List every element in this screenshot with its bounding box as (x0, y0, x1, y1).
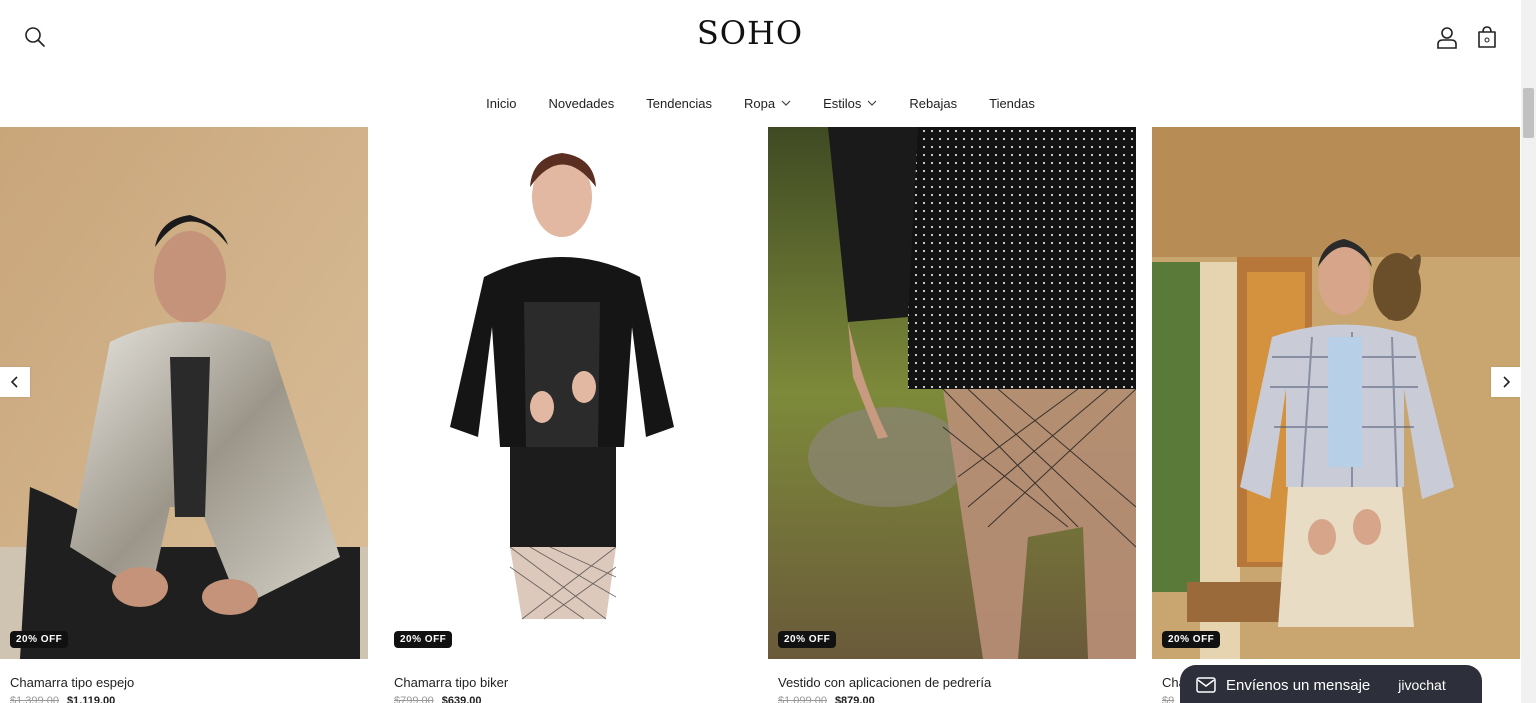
product-name[interactable]: Chamarra tipo espejo (10, 675, 134, 690)
chat-label: Envíenos un mensaje (1226, 676, 1371, 694)
nav-label: Novedades (548, 95, 615, 111)
nav-item-inicio[interactable]: Inicio (486, 90, 516, 116)
product-card[interactable]: 20% OFF Vestido con aplicacionen de pedr… (768, 127, 1136, 703)
chat-widget-button[interactable]: Envíenos un mensaje jivochat (1180, 665, 1482, 703)
product-prices: $799.00 $639.00 (394, 695, 482, 703)
chevron-left-icon (10, 376, 18, 388)
nav-label: Tiendas (989, 95, 1035, 111)
chevron-down-icon (867, 100, 877, 106)
discount-badge: 20% OFF (778, 631, 837, 648)
bag-icon[interactable] (1476, 25, 1498, 49)
new-price: $639.00 (441, 695, 482, 703)
nav-label: Tendencias (646, 95, 713, 111)
new-price: $1,119.00 (66, 695, 116, 703)
chevron-down-icon (781, 100, 791, 106)
discount-badge: 20% OFF (394, 631, 453, 648)
discount-badge: 20% OFF (10, 631, 69, 648)
product-name[interactable]: Chamarra tipo biker (394, 675, 508, 690)
chat-brand: jivochat (1398, 677, 1446, 693)
old-price: $9 (1162, 695, 1175, 703)
product-prices: $1,399.00 $1,119.00 (10, 695, 115, 703)
product-prices: $1,099.00 $879.00 (778, 695, 875, 703)
account-icon[interactable] (1435, 25, 1459, 49)
nav-label: Estilos (823, 95, 862, 111)
old-price: $799.00 (394, 695, 434, 703)
scrollbar-thumb[interactable] (1523, 88, 1534, 138)
carousel-prev-button[interactable] (0, 367, 30, 397)
product-name[interactable]: Vestido con aplicacionen de pedrería (778, 675, 991, 690)
product-carousel: 20% OFF Chamarra tipo espejo $1,399.00 $1… (0, 127, 1521, 703)
logo[interactable]: SOHO (0, 14, 1500, 52)
carousel-next-button[interactable] (1491, 367, 1521, 397)
page-scrollbar[interactable] (1521, 0, 1536, 703)
main-nav: Inicio Novedades Tendencias Ropa Estilos… (0, 90, 1521, 116)
product-image[interactable] (768, 127, 1136, 659)
header: SOHO (0, 0, 1521, 75)
product-card[interactable]: 20% OFF Chamarra tipo biker $799.00 $639.… (384, 127, 752, 703)
nav-label: Ropa (744, 95, 776, 111)
nav-item-novedades[interactable]: Novedades (548, 90, 614, 116)
mail-icon (1196, 677, 1216, 693)
nav-item-tendencias[interactable]: Tendencias (646, 90, 712, 116)
chevron-right-icon (1503, 376, 1511, 388)
old-price: $1,399.00 (10, 695, 59, 703)
nav-label: Rebajas (909, 95, 958, 111)
new-price: $879.00 (834, 695, 875, 703)
product-card[interactable]: 20% OFF Cha $9 (1152, 127, 1520, 703)
nav-label: Inicio (486, 95, 517, 111)
nav-item-ropa[interactable]: Ropa (744, 90, 791, 116)
product-image[interactable] (1152, 127, 1520, 659)
product-image[interactable] (0, 127, 368, 659)
discount-badge: 20% OFF (1162, 631, 1221, 648)
nav-item-estilos[interactable]: Estilos (823, 90, 877, 116)
nav-item-tiendas[interactable]: Tiendas (989, 90, 1035, 116)
product-card[interactable]: 20% OFF Chamarra tipo espejo $1,399.00 $1… (0, 127, 368, 703)
old-price: $1,099.00 (778, 695, 827, 703)
nav-item-rebajas[interactable]: Rebajas (909, 90, 957, 116)
product-image[interactable] (384, 127, 752, 659)
